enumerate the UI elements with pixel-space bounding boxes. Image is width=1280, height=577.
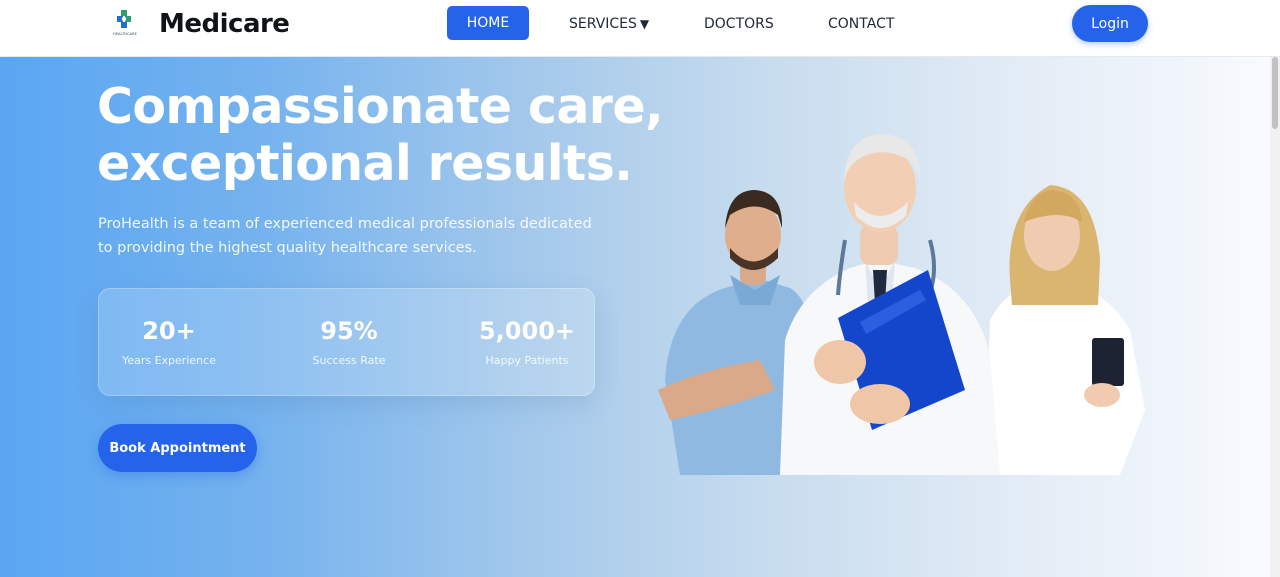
nav-home-link[interactable]: HOME: [447, 6, 529, 40]
book-appointment-button[interactable]: Book Appointment: [98, 424, 257, 472]
top-navbar: HEALTHCARE Medicare HOME SERVICES ▼ DOCTO…: [0, 0, 1280, 57]
nav-services-label: SERVICES: [569, 16, 637, 32]
doctor-center-figure: [780, 134, 1000, 475]
stat-label: Success Rate: [312, 354, 386, 367]
login-button[interactable]: Login: [1072, 5, 1148, 42]
stat-value: 95%: [320, 317, 378, 345]
doctor-right-figure: [985, 185, 1145, 475]
doctors-team-image: [658, 134, 1145, 475]
stat-label: Happy Patients: [485, 354, 569, 367]
stat-value: 5,000+: [478, 317, 576, 345]
stat-value: 20+: [142, 317, 196, 345]
page-scrollbar[interactable]: [1270, 57, 1280, 577]
nav-contact-link[interactable]: CONTACT: [828, 16, 894, 32]
headline-line-1: Compassionate care,: [97, 78, 664, 135]
logo[interactable]: HEALTHCARE: [109, 8, 141, 40]
nav-doctors-link[interactable]: DOCTORS: [704, 16, 774, 32]
stats-card: 20+ Years Experience 95% Success Rate 5,…: [98, 288, 595, 396]
stat-success-rate: 95% Success Rate: [274, 317, 424, 367]
hero-subtext: ProHealth is a team of experienced medic…: [98, 216, 592, 256]
stat-happy-patients: 5,000+ Happy Patients: [452, 317, 602, 367]
brand-name[interactable]: Medicare: [159, 9, 290, 39]
stat-label: Years Experience: [122, 354, 216, 367]
nav-services-dropdown[interactable]: SERVICES ▼: [569, 16, 649, 32]
caret-down-icon: ▼: [639, 17, 650, 31]
medical-cross-icon: [117, 10, 131, 28]
headline-line-2: exceptional results.: [97, 135, 633, 192]
stat-years-experience: 20+ Years Experience: [94, 317, 244, 367]
hero-headline: Compassionate care, exceptional results.: [97, 78, 664, 192]
scrollbar-thumb[interactable]: [1272, 57, 1278, 129]
logo-caption: HEALTHCARE: [113, 32, 137, 36]
